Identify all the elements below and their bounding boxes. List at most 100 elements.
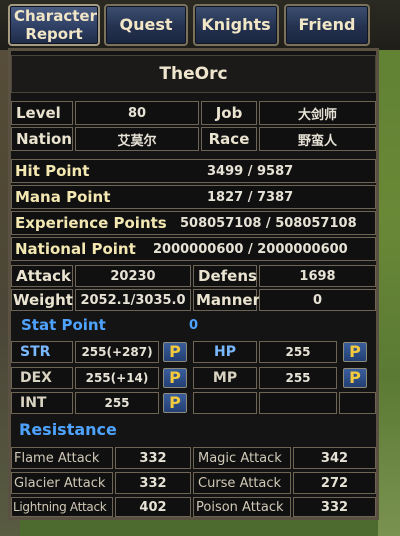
race-value: 野蛮人	[297, 133, 337, 149]
glacier-attack-value: 332	[139, 475, 167, 491]
dex-plus-label: P	[169, 368, 181, 387]
nation-label: Nation	[16, 130, 72, 148]
curse-attack-label: Curse Attack	[198, 475, 282, 491]
hit-point-label: Hit Point	[15, 162, 90, 180]
national-point-row: National Point 2000000600 / 2000000600	[11, 237, 376, 261]
mana-point-value: 1827 / 7387	[207, 190, 294, 205]
tab-bar: Character Report Quest Knights Friend	[0, 0, 400, 50]
empty-cell-1	[193, 392, 257, 414]
level-label: Level	[16, 104, 61, 122]
job-label: Job	[215, 104, 243, 122]
nation-value-cell: 艾莫尔	[75, 127, 199, 151]
nation-value: 艾莫尔	[117, 133, 157, 149]
race-label: Race	[208, 130, 250, 148]
race-value-cell: 野蛮人	[259, 127, 376, 151]
character-name: TheOrc	[159, 64, 228, 84]
str-plus-button[interactable]: P	[163, 342, 187, 362]
mp-plus-label: P	[349, 368, 361, 387]
tab-character-report-label: Character Report	[14, 7, 97, 43]
level-value: 80	[127, 105, 147, 121]
poison-value-cell: 332	[293, 497, 376, 517]
dex-plus-button[interactable]: P	[163, 368, 187, 388]
str-value-cell: 255(+287)	[75, 341, 159, 363]
national-point-label: National Point	[15, 240, 136, 258]
weight-label: Weight	[13, 291, 73, 309]
defens-label-cell: Defens	[193, 265, 257, 287]
tab-friend[interactable]: Friend	[284, 4, 370, 46]
lightning-attack-label: Lightning Attack	[13, 500, 107, 514]
tab-friend-label: Friend	[298, 15, 356, 34]
manner-label-cell: Manner	[193, 289, 260, 311]
defens-label: Defens	[198, 267, 257, 285]
level-value-cell: 80	[75, 101, 199, 125]
empty-cell-2	[259, 392, 337, 414]
weight-label-cell: Weight	[11, 289, 73, 311]
empty-cell-3	[339, 392, 376, 414]
stat-point-value: 0	[189, 318, 199, 333]
curse-attack-value: 272	[320, 475, 349, 491]
poison-label-cell: Poison Attack	[193, 497, 291, 517]
dex-label-cell: DEX	[11, 367, 73, 389]
defens-value: 1698	[299, 268, 336, 284]
job-value: 大剑师	[297, 107, 337, 123]
int-label-cell: INT	[11, 392, 73, 414]
manner-value-cell: 0	[259, 289, 376, 311]
int-plus-label: P	[169, 393, 181, 412]
mana-point-row: Mana Point 1827 / 7387	[11, 185, 376, 209]
int-plus-button[interactable]: P	[163, 393, 187, 413]
experience-label: Experience Points	[15, 214, 167, 232]
attack-value-cell: 20230	[75, 265, 191, 287]
dex-value-cell: 255(+14)	[75, 367, 159, 389]
weight-value-cell: 2052.1/3035.0	[75, 289, 191, 311]
attack-label-cell: Attack	[11, 265, 73, 287]
str-label: STR	[20, 344, 51, 360]
tab-knights-label: Knights	[201, 15, 271, 34]
poison-attack-label: Poison Attack	[196, 499, 284, 515]
level-label-cell: Level	[11, 101, 73, 125]
attack-value: 20230	[110, 268, 156, 284]
character-name-bar: TheOrc	[11, 55, 376, 93]
mp-value-cell: 255	[259, 367, 337, 389]
glacier-value-cell: 332	[115, 472, 191, 494]
hp-plus-label: P	[349, 342, 361, 361]
hit-point-value: 3499 / 9587	[207, 164, 294, 179]
mp-value: 255	[285, 371, 311, 385]
flame-value-cell: 332	[115, 447, 191, 469]
flame-attack-label: Flame Attack	[14, 450, 100, 466]
nation-label-cell: Nation	[11, 127, 73, 151]
int-value-cell: 255	[75, 392, 159, 414]
character-report-panel: TheOrc Level 80 Job 大剑师 Nation 艾莫尔 Race …	[8, 48, 379, 520]
race-label-cell: Race	[201, 127, 257, 151]
weight-value: 2052.1/3035.0	[80, 292, 186, 308]
hp-label: HP	[214, 344, 236, 360]
magic-attack-value: 342	[320, 450, 349, 466]
tab-quest[interactable]: Quest	[104, 4, 188, 46]
hp-value-cell: 255	[259, 341, 337, 363]
str-value: 255(+287)	[81, 345, 153, 359]
hp-plus-button[interactable]: P	[343, 342, 367, 362]
job-label-cell: Job	[201, 101, 257, 125]
experience-value: 508057108 / 508057108	[180, 216, 357, 231]
national-point-value: 2000000600 / 2000000600	[153, 242, 348, 257]
tab-character-report[interactable]: Character Report	[8, 4, 100, 46]
magic-value-cell: 342	[293, 447, 376, 469]
lightning-attack-value: 402	[139, 499, 167, 515]
mp-plus-button[interactable]: P	[343, 368, 367, 388]
mp-label-cell: MP	[193, 367, 257, 389]
manner-label: Manner	[196, 291, 260, 309]
tab-knights[interactable]: Knights	[193, 4, 279, 46]
job-value-cell: 大剑师	[259, 101, 376, 125]
lightning-value-cell: 402	[115, 497, 191, 517]
flame-attack-value: 332	[139, 450, 167, 466]
poison-attack-value: 332	[320, 499, 349, 515]
glacier-attack-label: Glacier Attack	[14, 475, 106, 491]
hp-label-cell: HP	[193, 341, 257, 363]
int-value: 255	[104, 396, 130, 410]
str-plus-label: P	[169, 342, 181, 361]
dex-value: 255(+14)	[85, 371, 149, 385]
magic-attack-label: Magic Attack	[198, 450, 282, 466]
tab-quest-label: Quest	[119, 15, 173, 34]
defens-value-cell: 1698	[259, 265, 376, 287]
background-right	[378, 0, 400, 536]
experience-row: Experience Points 508057108 / 508057108	[11, 211, 376, 235]
